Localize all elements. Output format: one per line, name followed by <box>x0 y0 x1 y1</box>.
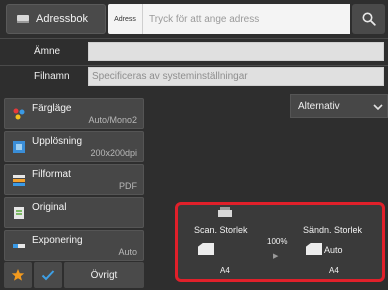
scan-paper-size: A4 <box>220 266 230 275</box>
alternativ-button[interactable]: Alternativ <box>290 94 388 118</box>
original-button[interactable]: Original <box>4 197 144 228</box>
exposure-icon <box>13 244 25 248</box>
other-button[interactable]: Övrigt <box>64 262 144 288</box>
scan-size-label: Scan. Storlek <box>194 225 248 235</box>
address-book-icon <box>17 15 29 23</box>
color-mode-value: Auto/Mono2 <box>88 115 137 125</box>
exposure-value: Auto <box>118 247 137 257</box>
scan-paper-icon <box>198 243 214 255</box>
address-book-button[interactable]: Adressbok <box>6 4 106 34</box>
top-divider <box>0 38 388 39</box>
original-label: Original <box>32 202 67 213</box>
original-icon <box>14 207 24 219</box>
send-paper-icon <box>306 243 322 255</box>
send-size-value: Auto <box>324 245 343 255</box>
exposure-button[interactable]: Exponering Auto <box>4 230 144 261</box>
address-input[interactable]: Tryck för att ange adress <box>142 4 350 34</box>
color-mode-icon <box>13 108 25 120</box>
star-icon <box>11 269 25 281</box>
resolution-button[interactable]: Upplösning 200x200dpi <box>4 131 144 162</box>
color-mode-button[interactable]: Färgläge Auto/Mono2 <box>4 98 144 129</box>
color-mode-label: Färgläge <box>32 103 72 114</box>
subject-input[interactable] <box>88 42 384 61</box>
resolution-label: Upplösning <box>32 136 83 147</box>
chevron-down-icon <box>373 104 383 111</box>
subject-label: Ämne <box>34 46 61 57</box>
address-tag: Adress <box>108 4 142 34</box>
alternativ-label: Alternativ <box>298 100 340 112</box>
ratio-value: 100% <box>267 237 288 246</box>
resolution-icon <box>13 141 25 153</box>
check-button[interactable] <box>34 262 62 288</box>
send-paper-size: A4 <box>329 266 339 275</box>
exposure-label: Exponering <box>32 235 83 246</box>
file-format-label: Filformat <box>32 169 71 180</box>
checkmark-icon <box>41 270 55 281</box>
file-format-value: PDF <box>119 181 137 191</box>
scanner-icon <box>218 207 232 217</box>
filename-input[interactable]: Specificeras av systeminställningar <box>88 67 384 86</box>
address-book-label: Adressbok <box>36 13 88 25</box>
scan-size-panel[interactable]: Scan. Storlek Sändn. Storlek 100% ▶ Auto… <box>175 202 385 282</box>
send-size-label: Sändn. Storlek <box>303 225 363 235</box>
favorite-button[interactable] <box>4 262 32 288</box>
mid-divider <box>0 65 388 66</box>
file-format-button[interactable]: Filformat PDF <box>4 164 144 195</box>
filename-label: Filnamn <box>34 71 70 82</box>
resolution-value: 200x200dpi <box>90 148 137 158</box>
file-format-icon <box>13 175 25 186</box>
search-icon <box>362 12 376 26</box>
search-button[interactable] <box>352 4 385 34</box>
arrow-right-icon: ▶ <box>273 253 279 260</box>
